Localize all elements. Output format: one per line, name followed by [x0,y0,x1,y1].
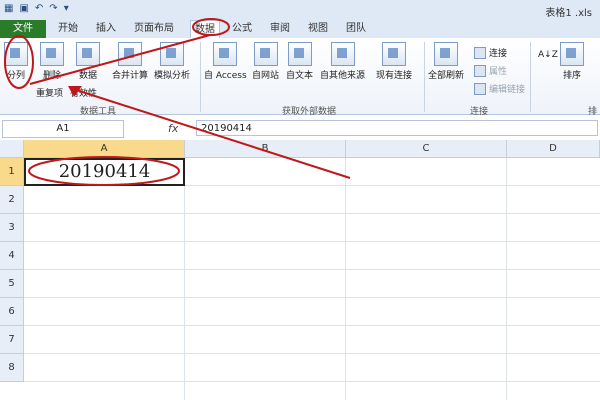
tab-file[interactable]: 文件 [0,20,46,38]
remove-duplicates-button[interactable]: 删除 [40,42,64,81]
consolidate-button[interactable]: 合并计算 [112,42,148,81]
qat-dropdown-icon[interactable]: ▾ [64,3,69,14]
from-access-label: 自 Access [204,71,247,81]
existing-connections-icon [382,42,406,66]
tab-review[interactable]: 审阅 [270,20,290,38]
properties-icon [474,64,486,77]
remove-duplicates-label: 删除 [42,71,61,81]
what-if-label: 模拟分析 [154,71,191,81]
refresh-icon [434,42,458,66]
split-column-label: 分列 [6,71,25,81]
group-label-data-tools: 数据工具 [80,107,117,117]
sort-az-button[interactable]: A↓Z [538,50,558,60]
group-label-connections: 连接 [470,107,489,117]
connections-icon [474,46,486,59]
text-file-icon [287,42,312,66]
row-header-6[interactable]: 6 [0,298,24,326]
tab-formulas[interactable]: 公式 [232,20,252,38]
group-label-get-external-data: 获取外部数据 [282,107,337,117]
group-separator [530,42,531,112]
title-bar: ▦ ▣ ↶ ↷ ▾ 表格1 .xls [0,0,600,20]
window-title: 表格1 .xls [545,8,592,19]
sort-label: 排序 [562,71,581,81]
consolidate-label: 合并计算 [112,71,149,81]
quick-access-toolbar: ▦ ▣ ↶ ↷ ▾ [4,3,69,14]
other-sources-icon [330,42,355,66]
remove-duplicates-label-line2: 重复项 [36,89,64,99]
cell-a1[interactable]: 20190414 [24,158,185,186]
row-header-5[interactable]: 5 [0,270,24,298]
data-validation-icon [76,42,100,66]
redo-icon[interactable]: ↷ [49,3,57,14]
sort-button[interactable]: 排序 [560,42,584,81]
tab-insert[interactable]: 插入 [96,20,116,38]
name-box[interactable]: A1 [2,120,124,138]
from-text-label: 自文本 [286,71,314,81]
from-web-label: 自网站 [252,71,280,81]
what-if-analysis-button[interactable]: 模拟分析 [154,42,190,81]
existing-connections-label: 现有连接 [376,71,413,81]
edit-links-button[interactable]: 编辑链接 [474,82,525,95]
from-text-button[interactable]: 自文本 [286,42,313,81]
ribbon-data-panel: 分列 删除 重复项 数据 有效性 合并计算 模拟分析 数据工具 自 Access… [0,38,600,117]
column-header-a[interactable]: A [24,140,185,158]
web-icon [253,42,278,66]
cell-area[interactable] [24,158,600,400]
refresh-all-button[interactable]: 全部刷新 [428,42,464,81]
connections-button[interactable]: 连接 [474,46,507,59]
row-header-7[interactable]: 7 [0,326,24,354]
access-icon [213,42,238,66]
ribbon-tab-bar: 文件 开始 插入 页面布局 数据 公式 审阅 视图 团队 [0,20,600,39]
column-header-d[interactable]: D [507,140,600,158]
from-web-button[interactable]: 自网站 [252,42,279,81]
undo-icon[interactable]: ↶ [35,3,43,14]
data-validation-label: 数据 [78,71,97,81]
properties-button[interactable]: 属性 [474,64,507,77]
select-all-corner[interactable] [0,140,24,158]
consolidate-icon [118,42,142,66]
row-header-8[interactable]: 8 [0,354,24,382]
from-other-label: 自其他来源 [320,71,366,81]
fx-icon[interactable]: fx [168,122,178,135]
column-header-c[interactable]: C [346,140,507,158]
tab-data[interactable]: 数据 [190,20,220,39]
text-to-columns-icon [4,42,28,66]
row-header-3[interactable]: 3 [0,214,24,242]
sort-icon [560,42,584,66]
tab-home[interactable]: 开始 [58,20,78,38]
data-validation-label-line2: 有效性 [70,89,98,99]
column-header-b[interactable]: B [185,140,346,158]
formula-bar: A1 fx 20190414 [0,118,600,141]
row-header-4[interactable]: 4 [0,242,24,270]
row-header-1[interactable]: 1 [0,158,24,186]
group-separator [424,42,425,112]
split-column-button[interactable]: 分列 [4,42,28,81]
formula-input[interactable]: 20190414 [196,120,598,136]
row-header-2[interactable]: 2 [0,186,24,214]
spreadsheet-grid: A B C D 20190414 1 2 3 4 5 6 7 8 [0,140,600,400]
sort-az-icon: A↓Z [538,50,558,60]
what-if-icon [160,42,184,66]
group-separator [200,42,201,112]
save-icon[interactable]: ▣ [19,3,28,14]
existing-connections-button[interactable]: 现有连接 [376,42,412,81]
data-validation-button[interactable]: 数据 [76,42,100,81]
tab-view[interactable]: 视图 [308,20,328,38]
excel-logo-icon: ▦ [4,3,14,14]
tab-page-layout[interactable]: 页面布局 [134,20,174,38]
tab-team[interactable]: 团队 [346,20,366,38]
refresh-all-label: 全部刷新 [428,71,465,81]
from-other-sources-button[interactable]: 自其他来源 [320,42,365,81]
from-access-button[interactable]: 自 Access [204,42,247,81]
remove-duplicates-icon [40,42,64,66]
edit-links-icon [474,82,486,95]
group-label-sort: 排 [588,107,598,117]
